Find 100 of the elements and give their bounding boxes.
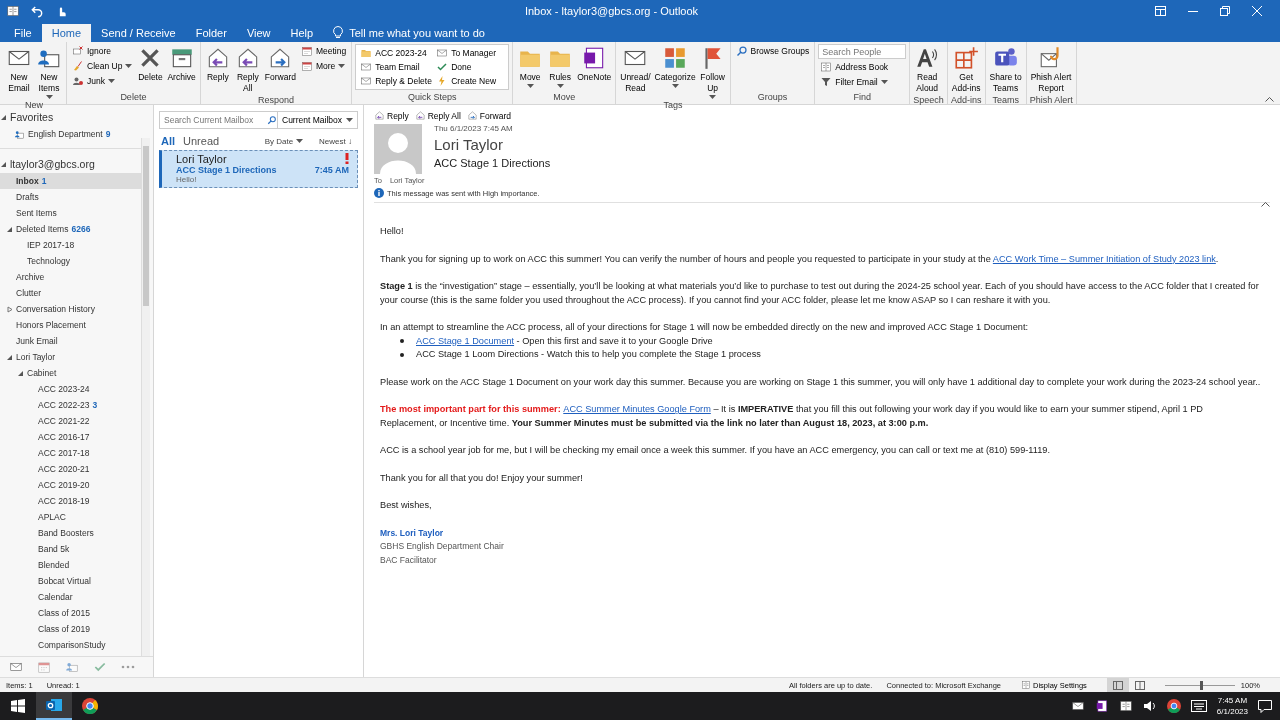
ribbon-button[interactable]: Archive: [166, 44, 197, 84]
ribbon-button[interactable]: Address Book: [818, 60, 907, 74]
ribbon-button[interactable]: Reply All: [233, 44, 262, 95]
account-header[interactable]: ltaylor3@gbcs.org: [0, 155, 141, 173]
message-item[interactable]: Lori Taylor ACC Stage 1 Directions 7:45 AM Hello!: [159, 150, 358, 188]
browser-icon[interactable]: [1166, 699, 1181, 713]
link[interactable]: ACC Summer Minutes Google Form: [563, 404, 711, 414]
folder-item[interactable]: Junk Email: [0, 333, 141, 349]
ribbon-button[interactable]: New Items: [35, 44, 63, 100]
folder-item[interactable]: IEP 2017-18: [0, 237, 141, 253]
ribbon-display-icon[interactable]: [1155, 6, 1166, 16]
folder-item[interactable]: ACC 2016-17: [0, 429, 141, 445]
folder-item[interactable]: ACC 2023-24: [0, 381, 141, 397]
ribbon-button[interactable]: Get Add-ins: [950, 44, 982, 95]
notifications-icon[interactable]: [1258, 699, 1272, 713]
scope-dropdown[interactable]: Current Mailbox: [277, 112, 357, 128]
ribbon-button[interactable]: More: [298, 59, 349, 73]
expanded-arrow-icon[interactable]: [6, 225, 13, 233]
folder-item[interactable]: Calendar: [0, 589, 141, 605]
collapse-header-icon[interactable]: [1261, 201, 1270, 207]
folder-item[interactable]: Clutter: [0, 285, 141, 301]
link[interactable]: ACC Stage 1 Document: [416, 335, 515, 346]
favorite-item[interactable]: English Department 9: [0, 126, 141, 142]
ribbon-button[interactable]: Filter Email: [818, 75, 907, 89]
scrollbar[interactable]: [141, 138, 150, 656]
restore-icon[interactable]: [1220, 6, 1230, 16]
ribbon-button[interactable]: Share to Teams: [988, 44, 1023, 95]
keyboard-icon[interactable]: [1190, 700, 1207, 712]
view-button[interactable]: [1106, 678, 1129, 692]
expanded-arrow-icon[interactable]: [0, 160, 7, 168]
folder-item[interactable]: Honors Placement: [0, 317, 141, 333]
quick-step-item[interactable]: ACC 2023-24: [358, 46, 435, 60]
ribbon-button[interactable]: Reply: [203, 44, 232, 84]
ribbon-button[interactable]: Follow Up: [698, 44, 727, 100]
undo-icon[interactable]: [30, 4, 44, 18]
ribbon-button[interactable]: Junk: [70, 74, 135, 88]
folder-item[interactable]: Band Boosters: [0, 525, 141, 541]
quick-step-item[interactable]: Create New: [434, 74, 507, 88]
zoom-thumb[interactable]: [1199, 680, 1203, 690]
folder-item[interactable]: Bobcat Virtual: [0, 573, 141, 589]
folder-item[interactable]: APLAC: [0, 509, 141, 525]
quick-step-item[interactable]: Reply & Delete: [358, 74, 435, 88]
folder-item[interactable]: ACC 2017-18: [0, 445, 141, 461]
quick-step-item[interactable]: Team Email: [358, 60, 435, 74]
ribbon-button[interactable]: Browse Groups: [733, 44, 812, 58]
ribbon-button[interactable]: Categorize: [653, 44, 697, 89]
collapse-ribbon-icon[interactable]: [1265, 96, 1274, 102]
folder-item[interactable]: Drafts: [0, 189, 141, 205]
tell-me-button[interactable]: Tell me what you want to do: [323, 23, 495, 42]
quick-step-item[interactable]: Done: [434, 60, 507, 74]
ribbon-button[interactable]: Delete: [136, 44, 165, 84]
ribbon-button[interactable]: Read Aloud: [913, 44, 942, 95]
folder-item[interactable]: Deleted Items 6266: [0, 221, 141, 237]
expanded-arrow-icon[interactable]: [0, 113, 7, 121]
ribbon-button[interactable]: New Email: [5, 44, 33, 95]
ribbon-button[interactable]: Rules: [546, 44, 575, 89]
folder-item[interactable]: ACC 2018-19: [0, 493, 141, 509]
folder-item[interactable]: Conversation History: [0, 301, 141, 317]
folder-item[interactable]: Cabinet: [0, 365, 141, 381]
collapsed-arrow-icon[interactable]: [6, 305, 13, 313]
ribbon-button[interactable]: OneNote: [576, 44, 613, 84]
menu-tab[interactable]: File: [4, 24, 42, 42]
folder-item[interactable]: Class of 2019: [0, 621, 141, 637]
ribbon-button[interactable]: Clean Up: [70, 59, 135, 73]
menu-tab[interactable]: Folder: [185, 24, 237, 42]
folder-item[interactable]: ACC 2021-22: [0, 413, 141, 429]
menu-tab[interactable]: Home: [41, 24, 92, 42]
menu-tab[interactable]: Help: [280, 24, 324, 42]
ribbon-button[interactable]: Move: [516, 44, 545, 89]
menu-tab[interactable]: Send / Receive: [91, 24, 186, 42]
clock-time[interactable]: 7:45 AM: [1217, 695, 1248, 706]
search-field[interactable]: Search Current Mailbox Current Mailbox: [159, 111, 358, 129]
sort-button[interactable]: By Date: [258, 135, 310, 147]
ribbon-button[interactable]: Forward: [263, 44, 297, 84]
close-icon[interactable]: [1252, 6, 1262, 16]
taskbar-app[interactable]: [36, 692, 72, 720]
folder-item[interactable]: Archive: [0, 269, 141, 285]
folder-item[interactable]: ACC 2019-20: [0, 477, 141, 493]
ribbon-button[interactable]: Phish Alert Report: [1029, 44, 1073, 95]
ribbon-button[interactable]: Ignore: [70, 44, 135, 58]
folder-item[interactable]: Inbox 1: [0, 173, 141, 189]
folder-item[interactable]: Blended: [0, 557, 141, 573]
folder-item[interactable]: Technology: [0, 253, 141, 269]
folder-item[interactable]: ComparisonStudy: [0, 637, 141, 653]
folder-item[interactable]: Sent Items: [0, 205, 141, 221]
ribbon-button[interactable]: Meeting: [298, 44, 349, 58]
menu-tab[interactable]: View: [236, 24, 281, 42]
folder-item[interactable]: ACC 2020-21: [0, 461, 141, 477]
folder-item[interactable]: Band 5k: [0, 541, 141, 557]
link[interactable]: ACC Work Time – Summer Initiation of Study 2023 link: [992, 253, 1216, 264]
message-action-button[interactable]: Reply All: [414, 110, 461, 121]
quick-step-item[interactable]: To Manager: [434, 46, 507, 60]
order-button[interactable]: Newest ↓: [313, 135, 358, 147]
message-action-button[interactable]: Forward: [466, 110, 511, 121]
folder-item[interactable]: Class of 2015: [0, 605, 141, 621]
folder-item[interactable]: ACC 2022-23 3: [0, 397, 141, 413]
volume-icon[interactable]: [1142, 699, 1157, 713]
filter-tab[interactable]: All: [159, 135, 178, 147]
filter-tab[interactable]: Unread: [181, 135, 222, 147]
message-action-button[interactable]: Reply: [374, 110, 409, 121]
